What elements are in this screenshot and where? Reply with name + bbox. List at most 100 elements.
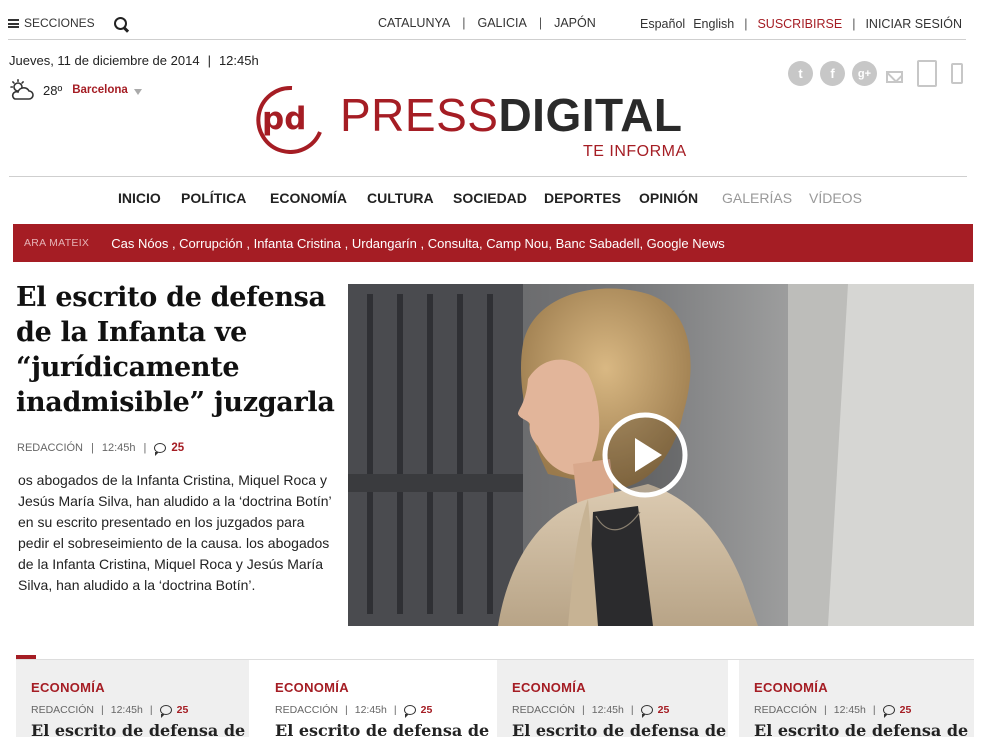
region-links: CATALUNYA | GALICIA | JAPÓN bbox=[378, 16, 596, 30]
region-link-galicia[interactable]: GALICIA bbox=[478, 16, 527, 30]
card-comment-count[interactable]: 25 bbox=[421, 704, 433, 716]
separator: | bbox=[538, 16, 543, 30]
main-story-lead: os abogados de la Infanta Cristina, Miqu… bbox=[18, 472, 332, 593]
comment-icon[interactable] bbox=[154, 443, 167, 456]
card-time: 12:45h bbox=[110, 704, 143, 716]
svg-text:pd: pd bbox=[262, 101, 306, 137]
partly-cloudy-icon bbox=[10, 79, 34, 100]
tablet-icon[interactable] bbox=[917, 60, 937, 87]
main-video[interactable] bbox=[348, 284, 974, 626]
nav-divider bbox=[9, 176, 967, 177]
secciones-menu-button[interactable]: SECCIONES bbox=[8, 16, 95, 30]
card-title[interactable]: El escrito de defensa de la bbox=[31, 721, 249, 737]
story-time: 12:45h bbox=[101, 442, 136, 454]
language-english[interactable]: English bbox=[693, 17, 734, 31]
nav-item-opinion[interactable]: OPINIÓN bbox=[639, 190, 698, 206]
comment-icon[interactable] bbox=[882, 705, 895, 718]
temperature: 28º bbox=[43, 82, 63, 98]
news-card[interactable]: ECONOMÍA REDACCIÓN | 12:45h | 25 El escr… bbox=[497, 660, 728, 737]
logo-wordmark: PRESSDIGITAL bbox=[340, 90, 683, 140]
account-links: Español English | SUSCRIBIRSE | INICIAR … bbox=[640, 17, 962, 31]
social-links: t f g+ bbox=[788, 60, 963, 87]
main-story-meta: REDACCIÓN | 12:45h | 25 bbox=[17, 442, 184, 456]
card-author: REDACCIÓN bbox=[275, 704, 339, 716]
nav-item-galerias[interactable]: GALERÍAS bbox=[722, 190, 792, 206]
card-time: 12:45h bbox=[354, 704, 387, 716]
play-icon[interactable] bbox=[600, 410, 690, 500]
card-time: 12:45h bbox=[833, 704, 866, 716]
card-meta: REDACCIÓN | 12:45h | 25 bbox=[754, 704, 912, 718]
card-comment-count[interactable]: 25 bbox=[658, 704, 670, 716]
card-title[interactable]: El escrito de defensa de la bbox=[512, 721, 728, 737]
card-category[interactable]: ECONOMÍA bbox=[754, 680, 828, 695]
card-title[interactable]: El escrito de defensa de la bbox=[275, 721, 492, 737]
separator: | bbox=[852, 17, 856, 31]
comment-icon[interactable] bbox=[640, 705, 653, 718]
card-category[interactable]: ECONOMÍA bbox=[31, 680, 105, 695]
region-link-catalunya[interactable]: CATALUNYA bbox=[378, 16, 450, 30]
pd-logo-mark: pd bbox=[256, 85, 322, 154]
current-time: 12:45h bbox=[218, 53, 259, 68]
separator: | bbox=[345, 704, 348, 716]
card-comment-count[interactable]: 25 bbox=[900, 704, 912, 716]
comment-icon[interactable] bbox=[159, 705, 172, 718]
nav-item-politica[interactable]: POLÍTICA bbox=[181, 190, 246, 206]
story-author: REDACCIÓN bbox=[17, 442, 84, 454]
mobile-icon[interactable] bbox=[951, 63, 963, 84]
card-category[interactable]: ECONOMÍA bbox=[512, 680, 586, 695]
nav-item-sociedad[interactable]: SOCIEDAD bbox=[453, 190, 527, 206]
card-time: 12:45h bbox=[591, 704, 624, 716]
separator: | bbox=[91, 442, 94, 454]
facebook-icon[interactable]: f bbox=[820, 61, 845, 86]
chevron-down-icon[interactable] bbox=[133, 88, 142, 95]
separator: | bbox=[149, 704, 153, 716]
card-comment-count[interactable]: 25 bbox=[177, 704, 189, 716]
card-author: REDACCIÓN bbox=[512, 704, 576, 716]
search-icon[interactable] bbox=[114, 17, 130, 33]
dateline: Jueves, 11 de diciembre de 2014 | 12:45h bbox=[9, 53, 259, 68]
nav-item-cultura[interactable]: CULTURA bbox=[367, 190, 434, 206]
nav-item-deportes[interactable]: DEPORTES bbox=[544, 190, 621, 206]
nav-item-inicio[interactable]: INICIO bbox=[118, 190, 161, 206]
top-bar: SECCIONES CATALUNYA | GALICIA | JAPÓN Es… bbox=[8, 10, 966, 40]
subscribe-link[interactable]: SUSCRIBIRSE bbox=[757, 17, 842, 31]
city-selector[interactable]: Barcelona bbox=[72, 84, 128, 96]
site-logo[interactable]: pd PRESSDIGITAL TE INFORMA bbox=[252, 82, 712, 162]
trending-label: ARA MATEIX bbox=[24, 237, 90, 249]
nav-item-videos[interactable]: VÍDEOS bbox=[809, 190, 862, 206]
trending-tags[interactable]: Cas Nóos , Corrupción , Infanta Cristina… bbox=[111, 236, 724, 251]
card-meta: REDACCIÓN | 12:45h | 25 bbox=[512, 704, 670, 718]
card-author: REDACCIÓN bbox=[754, 704, 818, 716]
hamburger-icon bbox=[8, 18, 19, 28]
secciones-label: SECCIONES bbox=[24, 16, 95, 30]
card-meta: REDACCIÓN | 12:45h | 25 bbox=[31, 704, 189, 718]
news-card[interactable]: ECONOMÍA REDACCIÓN | 12:45h | 25 El escr… bbox=[260, 660, 492, 737]
separator: | bbox=[143, 442, 147, 454]
main-headline[interactable]: El escrito de defensa de la Infanta ve “… bbox=[16, 280, 336, 420]
news-card[interactable]: ECONOMÍA REDACCIÓN | 12:45h | 25 El escr… bbox=[16, 660, 249, 737]
separator: | bbox=[824, 704, 827, 716]
separator: | bbox=[872, 704, 876, 716]
news-card[interactable]: ECONOMÍA REDACCIÓN | 12:45h | 25 El escr… bbox=[739, 660, 974, 737]
separator: | bbox=[207, 53, 211, 68]
language-espanol[interactable]: Español bbox=[640, 17, 685, 31]
comment-count[interactable]: 25 bbox=[171, 442, 184, 454]
mail-icon[interactable] bbox=[886, 70, 903, 83]
card-meta: REDACCIÓN | 12:45h | 25 bbox=[275, 704, 433, 718]
comment-icon[interactable] bbox=[403, 705, 416, 718]
separator: | bbox=[630, 704, 634, 716]
card-author: REDACCIÓN bbox=[31, 704, 95, 716]
region-link-japon[interactable]: JAPÓN bbox=[554, 16, 596, 30]
card-category[interactable]: ECONOMÍA bbox=[275, 680, 349, 695]
google-plus-icon[interactable]: g+ bbox=[852, 61, 877, 86]
separator: | bbox=[393, 704, 397, 716]
login-link[interactable]: INICIAR SESIÓN bbox=[865, 17, 962, 31]
separator: | bbox=[582, 704, 585, 716]
card-title[interactable]: El escrito de defensa de la bbox=[754, 721, 974, 737]
separator: | bbox=[101, 704, 104, 716]
logo-press: PRESS bbox=[340, 89, 499, 141]
trending-bar: ARA MATEIX Cas Nóos , Corrupción , Infan… bbox=[13, 224, 973, 262]
nav-item-economia[interactable]: ECONOMÍA bbox=[270, 190, 347, 206]
logo-tagline: TE INFORMA bbox=[583, 143, 687, 160]
twitter-icon[interactable]: t bbox=[788, 61, 813, 86]
